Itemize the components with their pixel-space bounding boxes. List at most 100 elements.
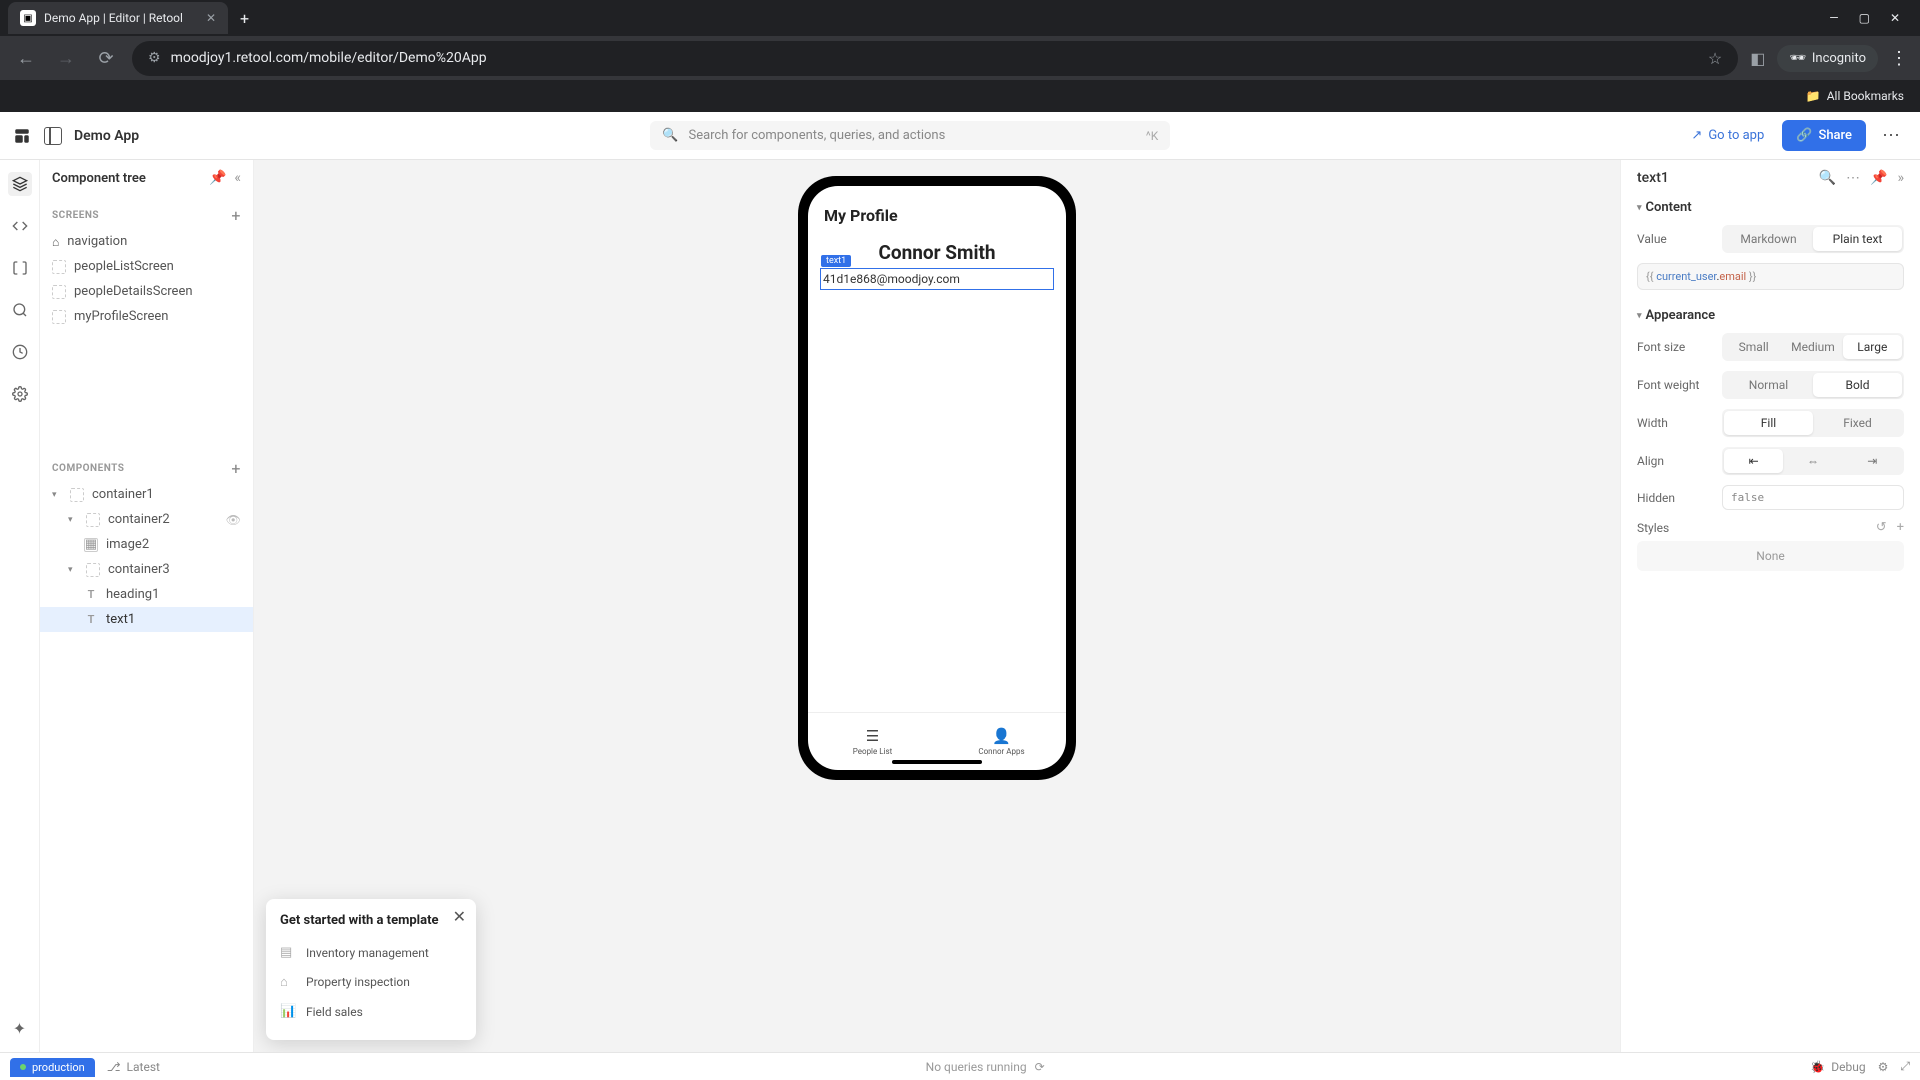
back-icon[interactable]: ← [12,48,40,69]
env-badge[interactable]: production [10,1058,95,1077]
app-container: Demo App 🔍 Search for components, querie… [0,112,1920,1052]
rail-settings-icon[interactable] [8,382,32,406]
caret-icon[interactable]: ▾ [68,515,78,525]
close-popup-icon[interactable]: ✕ [453,907,466,926]
incognito-badge[interactable]: 🕶 Incognito [1777,45,1878,72]
screens-section: SCREENS + [40,196,253,229]
appearance-heading[interactable]: Appearance [1637,308,1904,323]
fontweight-normal[interactable]: Normal [1724,373,1813,397]
selected-component[interactable]: text1 41d1e868@moodjoy.com [820,268,1054,290]
site-settings-icon[interactable]: ⚙ [148,50,161,66]
fontsize-small[interactable]: Small [1724,335,1783,359]
fontsize-medium[interactable]: Medium [1783,335,1842,359]
plaintext-option[interactable]: Plain text [1813,227,1902,251]
inspector-more-icon[interactable]: ⋯ [1846,170,1860,186]
template-property[interactable]: ⌂ Property inspection [280,967,462,997]
browser-menu-icon[interactable]: ⋮ [1890,48,1908,69]
value-code-input[interactable]: {{ current_user.email }} [1637,263,1904,290]
tab-close-icon[interactable]: ✕ [206,11,216,25]
app-topbar: Demo App 🔍 Search for components, querie… [0,112,1920,160]
pin-icon[interactable]: 📌 [209,170,226,186]
value-mode-toggle: Markdown Plain text [1722,225,1904,253]
reload-icon[interactable]: ⟳ [92,48,120,69]
toggle-panel-icon[interactable] [44,127,62,145]
phone-content: Connor Smith text1 41d1e868@moodjoy.com [808,233,1066,712]
comp-text1[interactable]: T text1 [40,607,253,632]
profile-name-heading[interactable]: Connor Smith [820,241,1054,264]
inspector-expand-icon[interactable]: » [1897,170,1904,186]
side-panel-icon[interactable]: ◧ [1750,49,1765,68]
collapse-icon[interactable]: « [234,170,241,186]
debug-button[interactable]: 🐞 Debug [1810,1060,1865,1074]
chart-icon: 📊 [280,1004,296,1019]
add-component-button[interactable]: + [231,459,241,478]
bottom-bar: production ⎇ Latest No queries running ⟳… [0,1052,1920,1080]
rail-state-icon[interactable] [8,256,32,280]
share-button[interactable]: 🔗 Share [1782,120,1866,151]
width-fixed[interactable]: Fixed [1813,411,1902,435]
align-right-icon[interactable]: ⇥ [1843,449,1902,473]
go-to-app-button[interactable]: ↗ Go to app [1681,122,1774,149]
close-window-icon[interactable]: ✕ [1890,11,1900,25]
app-name[interactable]: Demo App [74,128,139,144]
retool-logo-icon[interactable] [12,126,32,146]
add-screen-button[interactable]: + [231,206,241,225]
inspector-unpin-icon[interactable]: 📌 [1870,170,1887,186]
forward-icon[interactable]: → [52,48,80,69]
comp-image2[interactable]: ▦ image2 [40,532,253,557]
rail-search-icon[interactable] [8,298,32,322]
version-latest[interactable]: ⎇ Latest [107,1060,160,1074]
settings-small-icon[interactable]: ⚙ [1878,1060,1889,1074]
content-section: Content Value Markdown Plain text {{ cur… [1637,200,1904,290]
minimize-icon[interactable]: — [1829,11,1838,25]
rail-layers-icon[interactable] [8,172,32,196]
fontweight-bold[interactable]: Bold [1813,373,1902,397]
comp-heading1[interactable]: T heading1 [40,582,253,607]
hidden-input[interactable] [1722,485,1904,510]
styles-none-box[interactable]: None [1637,541,1904,571]
panel-title: Component tree [52,171,201,186]
appearance-section: Appearance Font size Small Medium Large … [1637,308,1904,571]
rail-history-icon[interactable] [8,340,32,364]
comp-container3[interactable]: ▾ container3 [40,557,253,582]
rail-code-icon[interactable] [8,214,32,238]
canvas[interactable]: My Profile Connor Smith text1 41d1e868@m… [254,160,1620,1052]
markdown-option[interactable]: Markdown [1724,227,1813,251]
all-bookmarks-link[interactable]: All Bookmarks [1827,89,1904,103]
comp-container1[interactable]: ▾ container1 [40,482,253,507]
home-indicator [892,760,982,764]
search-input[interactable]: 🔍 Search for components, queries, and ac… [650,121,1170,150]
fontweight-toggle: Normal Bold [1722,371,1904,399]
screen-my-profile[interactable]: myProfileScreen [40,304,253,329]
visibility-icon[interactable]: 👁 [226,513,241,527]
maximize-icon[interactable]: ▢ [1859,11,1870,25]
styles-add-icon[interactable]: + [1897,520,1904,535]
comp-container2[interactable]: ▾ container2 👁 [40,507,253,532]
content-heading[interactable]: Content [1637,200,1904,215]
bookmark-star-icon[interactable]: ☆ [1708,49,1722,68]
align-left-icon[interactable]: ⇤ [1724,449,1783,473]
styles-reset-icon[interactable]: ↺ [1876,520,1887,535]
align-center-icon[interactable]: ⇔ [1783,449,1842,473]
fontsize-large[interactable]: Large [1843,335,1902,359]
more-options-icon[interactable]: ⋯ [1874,121,1908,150]
browser-tab[interactable]: ▣ Demo App | Editor | Retool ✕ [8,2,228,34]
expand-panel-icon[interactable]: ⤢ [1900,1059,1910,1074]
width-fill[interactable]: Fill [1724,411,1813,435]
new-tab-button[interactable]: + [240,9,249,28]
caret-icon[interactable]: ▾ [52,490,62,500]
url-input[interactable]: ⚙ moodjoy1.retool.com/mobile/editor/Demo… [132,41,1738,76]
refresh-icon[interactable]: ⟳ [1035,1060,1045,1074]
inspector-header: text1 🔍 ⋯ 📌 » [1637,170,1904,186]
template-field-sales[interactable]: 📊 Field sales [280,997,462,1026]
value-row: Value Markdown Plain text [1637,225,1904,253]
screen-people-details[interactable]: peopleDetailsScreen [40,279,253,304]
rail-ai-icon[interactable]: ✦ [8,1016,32,1040]
template-inventory[interactable]: ▤ Inventory management [280,938,462,967]
container-icon [86,563,100,577]
screen-navigation[interactable]: ⌂ navigation [40,229,253,254]
inspector-search-icon[interactable]: 🔍 [1819,170,1836,186]
inspector-title[interactable]: text1 [1637,170,1669,186]
screen-people-list[interactable]: peopleListScreen [40,254,253,279]
caret-icon[interactable]: ▾ [68,565,78,575]
